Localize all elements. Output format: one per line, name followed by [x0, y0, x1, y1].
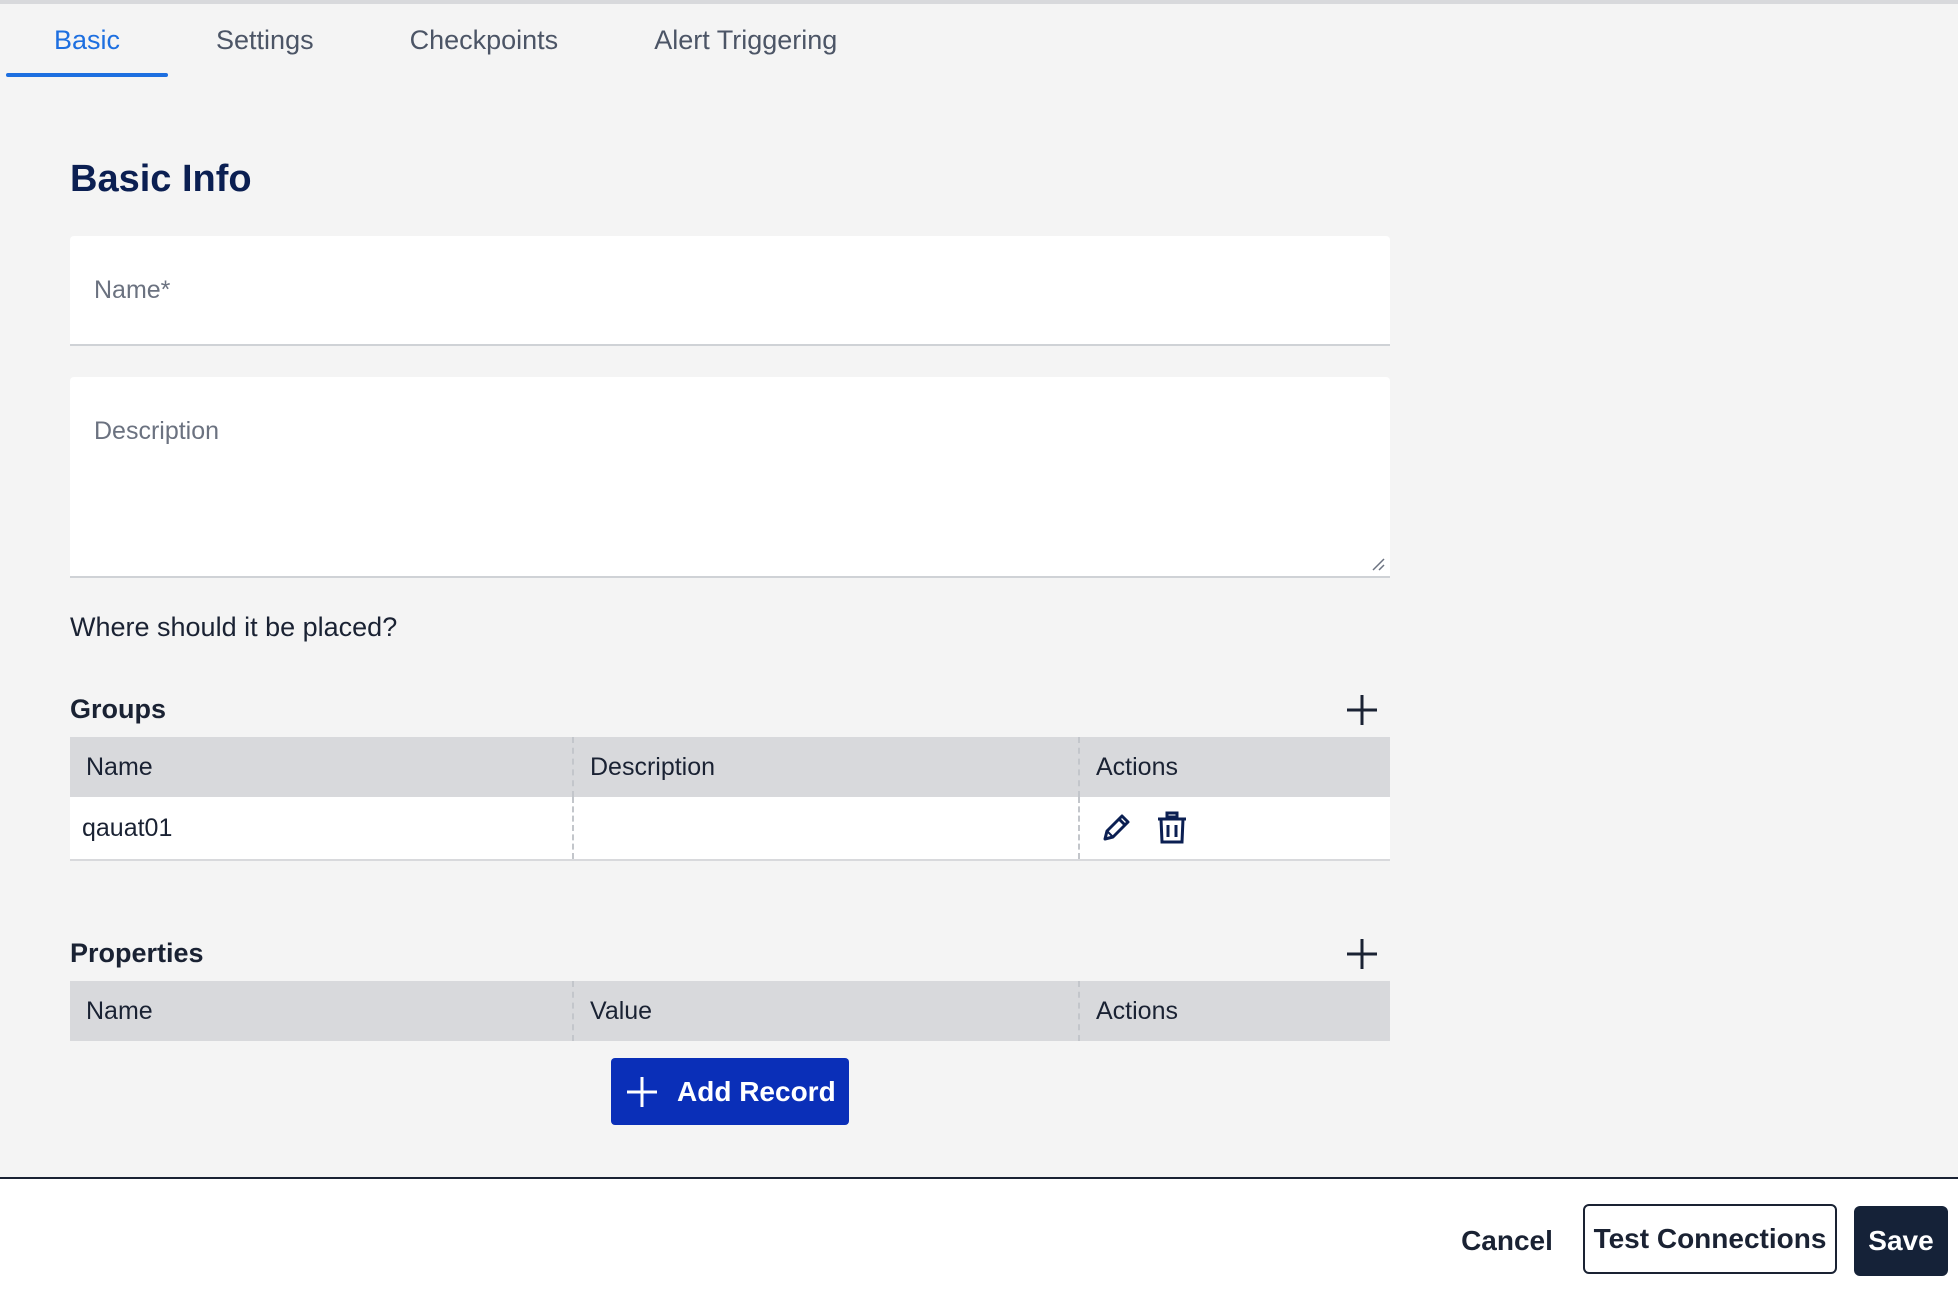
placement-question: Where should it be placed?	[70, 612, 398, 642]
properties-heading: Properties	[70, 938, 204, 968]
tab-bar: Basic Settings Checkpoints Alert Trigger…	[6, 4, 885, 77]
add-record-label: Add Record	[677, 1075, 836, 1107]
plus-icon	[1347, 939, 1377, 969]
plus-icon	[627, 1076, 657, 1107]
group-description-cell	[574, 797, 1080, 859]
groups-table: Name Description Actions qauat01	[70, 737, 1390, 861]
description-field-container	[70, 377, 1390, 578]
edit-button[interactable]	[1096, 808, 1136, 848]
tab-basic[interactable]: Basic	[6, 4, 169, 77]
column-header-description: Description	[574, 737, 1080, 797]
tab-settings[interactable]: Settings	[168, 4, 362, 77]
column-header-actions: Actions	[1096, 752, 1178, 781]
basic-info-title: Basic Info	[70, 158, 252, 200]
table-row: qauat01	[70, 797, 1390, 861]
group-actions-cell	[1080, 797, 1390, 859]
description-input[interactable]	[70, 377, 1390, 576]
pencil-icon	[1103, 814, 1130, 841]
column-header-name: Name	[70, 981, 574, 1041]
group-name-cell: qauat01	[70, 797, 574, 859]
plus-icon	[1347, 695, 1377, 725]
tab-alert-triggering[interactable]: Alert Triggering	[606, 4, 885, 77]
name-field-container	[70, 236, 1390, 346]
add-property-button[interactable]	[1342, 934, 1382, 974]
groups-heading: Groups	[70, 694, 167, 724]
add-group-button[interactable]	[1342, 690, 1382, 730]
tab-checkpoints[interactable]: Checkpoints	[362, 4, 607, 77]
add-record-button[interactable]: Add Record	[611, 1058, 849, 1125]
column-header-value: Value	[574, 981, 1080, 1041]
column-header-name: Name	[70, 737, 574, 797]
groups-table-header: Name Description Actions	[70, 737, 1390, 797]
properties-table: Name Value Actions	[70, 981, 1390, 1041]
test-connections-button[interactable]: Test Connections	[1583, 1204, 1837, 1274]
delete-button[interactable]	[1152, 808, 1192, 848]
properties-table-header: Name Value Actions	[70, 981, 1390, 1041]
cancel-button[interactable]: Cancel	[1446, 1206, 1568, 1276]
column-header-actions: Actions	[1096, 996, 1178, 1025]
name-input[interactable]	[70, 236, 1390, 344]
trash-icon	[1158, 811, 1186, 844]
save-button[interactable]: Save	[1854, 1206, 1948, 1276]
resize-handle-icon[interactable]	[1370, 556, 1386, 572]
